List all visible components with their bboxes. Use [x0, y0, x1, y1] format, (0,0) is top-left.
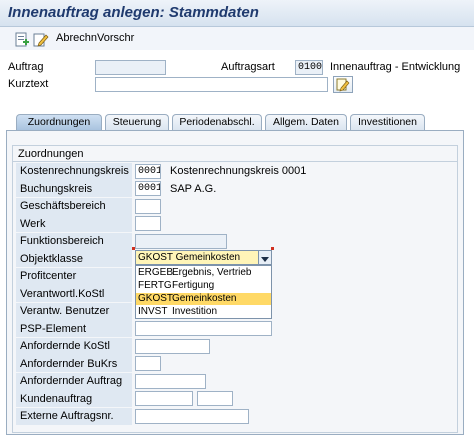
objektklasse-dropdown[interactable]: GKOST Gemeinkosten — [135, 250, 272, 265]
create-icon[interactable] — [14, 32, 30, 48]
dropdown-button[interactable] — [258, 251, 271, 264]
verantwortl-kostl-label: Verantwortl.KoStl — [20, 288, 105, 300]
tab-allgem-daten[interactable]: Allgem. Daten — [265, 114, 347, 130]
kostenrechnungskreis-field[interactable]: 0001 — [135, 164, 161, 179]
tab-periodenabschl[interactable]: Periodenabschl. — [172, 114, 262, 130]
buchungskreis-label: Buchungskreis — [20, 183, 93, 195]
buchungskreis-field[interactable]: 0001 — [135, 181, 161, 196]
werk-field[interactable] — [135, 216, 161, 231]
auftragsart-field[interactable]: 0100 — [295, 60, 323, 75]
buchungskreis-text: SAP A.G. — [170, 183, 217, 195]
option-text: Fertigung — [172, 280, 215, 291]
geschaeftsbereich-field[interactable] — [135, 199, 161, 214]
auftrag-label: Auftrag — [8, 61, 44, 73]
anfordernder-bukrs-field[interactable] — [135, 356, 161, 371]
auftrag-field[interactable] — [95, 60, 166, 75]
anfordernder-auftrag-field[interactable] — [135, 374, 206, 389]
option-ergeb[interactable]: ERGEB Ergebnis, Vertrieb — [136, 267, 271, 279]
tab-strip: Zuordnungen Steuerung Periodenabschl. Al… — [10, 114, 430, 130]
profitcenter-label: Profitcenter — [20, 270, 77, 282]
externe-auftragsnr-label: Externe Auftragsnr. — [20, 410, 114, 422]
option-text: Gemeinkosten — [172, 293, 237, 304]
option-key: FERTG — [138, 280, 172, 291]
group-title: Zuordnungen — [18, 148, 84, 160]
externe-auftragsnr-field[interactable] — [135, 409, 249, 424]
edit-icon[interactable] — [33, 32, 49, 48]
funktionsbereich-label: Funktionsbereich — [20, 235, 104, 247]
option-key: ERGEB — [138, 267, 174, 278]
psp-element-field[interactable] — [135, 321, 272, 336]
auftragsart-label: Auftragsart — [221, 61, 275, 73]
anfordernder-auftrag-label: Anfordernder Auftrag — [20, 375, 123, 387]
option-invst[interactable]: INVST Investition — [136, 306, 271, 318]
funktionsbereich-field[interactable] — [135, 234, 227, 249]
psp-element-label: PSP-Element — [20, 323, 87, 335]
option-text: Investition — [172, 306, 218, 317]
kurztext-field[interactable] — [95, 77, 328, 92]
objektklasse-label: Objektklasse — [20, 253, 83, 265]
page-title: Innenauftrag anlegen: Stammdaten — [8, 4, 259, 21]
option-key: INVST — [138, 306, 168, 317]
auftragsart-text: Innenauftrag - Entwicklung — [330, 61, 461, 73]
kostenrechnungskreis-label: Kostenrechnungskreis — [20, 165, 129, 177]
geschaeftsbereich-label: Geschäftsbereich — [20, 200, 106, 212]
anfordernde-kostl-label: Anfordernde KoStl — [20, 340, 110, 352]
long-text-button[interactable] — [333, 76, 353, 93]
option-key: GKOST — [138, 293, 174, 304]
long-text-icon — [336, 78, 350, 95]
option-gkost[interactable]: GKOST Gemeinkosten — [136, 293, 271, 305]
kurztext-label: Kurztext — [8, 78, 49, 90]
kostenrechnungskreis-text: Kostenrechnungskreis 0001 — [170, 165, 307, 177]
kundenauftrag-label: Kundenauftrag — [20, 393, 93, 405]
kundenauftrag-position-field[interactable] — [197, 391, 233, 406]
option-fertg[interactable]: FERTG Fertigung — [136, 280, 271, 292]
abrechnvorschr-button[interactable]: AbrechnVorschr — [56, 32, 134, 44]
tab-investitionen[interactable]: Investitionen — [350, 114, 425, 130]
objektklasse-options-list: ERGEB Ergebnis, Vertrieb FERTG Fertigung… — [135, 265, 272, 319]
tab-steuerung[interactable]: Steuerung — [105, 114, 169, 130]
group-divider — [12, 161, 458, 162]
option-text: Ergebnis, Vertrieb — [172, 267, 252, 278]
werk-label: Werk — [20, 218, 46, 230]
verantw-benutzer-label: Verantw. Benutzer — [20, 305, 110, 317]
anfordernde-kostl-field[interactable] — [135, 339, 210, 354]
tab-zuordnungen[interactable]: Zuordnungen — [16, 114, 102, 130]
kundenauftrag-field[interactable] — [135, 391, 193, 406]
objektklasse-selected-value: GKOST Gemeinkosten — [138, 252, 241, 263]
anfordernder-bukrs-label: Anfordernder BuKrs — [20, 358, 118, 370]
